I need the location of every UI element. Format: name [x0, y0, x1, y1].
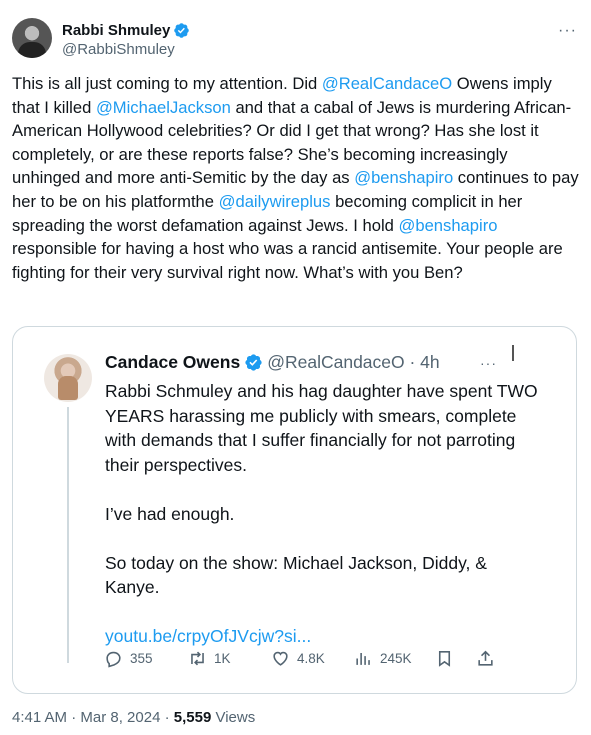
share-button[interactable] [476, 649, 502, 668]
verified-badge-icon [245, 354, 262, 371]
reply-icon [106, 651, 121, 668]
like-button[interactable]: 4.8K [271, 649, 325, 668]
quoted-link[interactable]: youtu.be/crpyOfJVcjw?si... [105, 626, 311, 646]
views-button[interactable]: 245K [354, 649, 412, 668]
share-icon [478, 650, 493, 666]
author-avatar[interactable] [12, 18, 52, 58]
views-label: Views [211, 709, 256, 726]
action-bar: 355 1K 4.8K 245K [96, 649, 496, 673]
quoted-more-icon[interactable]: ··· [480, 355, 497, 371]
tweet-timestamp[interactable]: 4:41 AM · Mar 8, 2024 · [12, 709, 174, 726]
mention-link[interactable]: @MichaelJackson [96, 98, 231, 117]
quoted-header: Candace Owens @RealCandaceO · 4h [105, 352, 440, 373]
mention-link[interactable]: @benshapiro [399, 216, 498, 235]
quoted-text: Rabbi Schmuley and his hag daughter have… [105, 379, 545, 649]
reply-count: 355 [130, 651, 153, 666]
bookmark-button[interactable] [435, 649, 461, 668]
like-count: 4.8K [297, 651, 325, 666]
reply-button[interactable]: 355 [104, 649, 153, 668]
text-cursor-icon [512, 345, 514, 361]
verified-badge-icon [174, 23, 190, 38]
heart-icon [273, 651, 288, 666]
retweet-button[interactable]: 1K [188, 649, 231, 668]
retweet-icon [191, 651, 204, 666]
tweet-meta: 4:41 AM · Mar 8, 2024 · 5,559 Views [12, 709, 255, 726]
quoted-tweet[interactable]: Candace Owens @RealCandaceO · 4h ··· Rab… [12, 326, 577, 694]
thread-line [67, 407, 69, 663]
tweet-text: This is all just coming to my attention.… [12, 72, 579, 284]
more-options-icon[interactable]: ··· [558, 22, 577, 40]
quoted-handle-time[interactable]: @RealCandaceO · 4h [267, 352, 439, 373]
views-chart-icon [356, 652, 370, 665]
quoted-body: Rabbi Schmuley and his hag daughter have… [105, 381, 538, 597]
quoted-author-avatar[interactable] [44, 354, 92, 402]
mention-link[interactable]: @RealCandaceO [322, 74, 452, 93]
mention-link[interactable]: @dailywireplus [219, 192, 331, 211]
views-count: 245K [380, 651, 412, 666]
tweet-text-segment: This is all just coming to my attention.… [12, 74, 322, 93]
author-name-row[interactable]: Rabbi Shmuley [62, 22, 190, 39]
view-count: 5,559 [173, 709, 212, 726]
retweet-count: 1K [214, 651, 231, 666]
quoted-author-name[interactable]: Candace Owens [105, 352, 240, 373]
mention-link[interactable]: @benshapiro [354, 168, 453, 187]
author-name[interactable]: Rabbi Shmuley [62, 22, 170, 39]
tweet-header: Rabbi Shmuley @RabbiShmuley ··· [12, 14, 579, 64]
bookmark-icon [438, 650, 451, 667]
author-handle[interactable]: @RabbiShmuley [62, 41, 175, 58]
